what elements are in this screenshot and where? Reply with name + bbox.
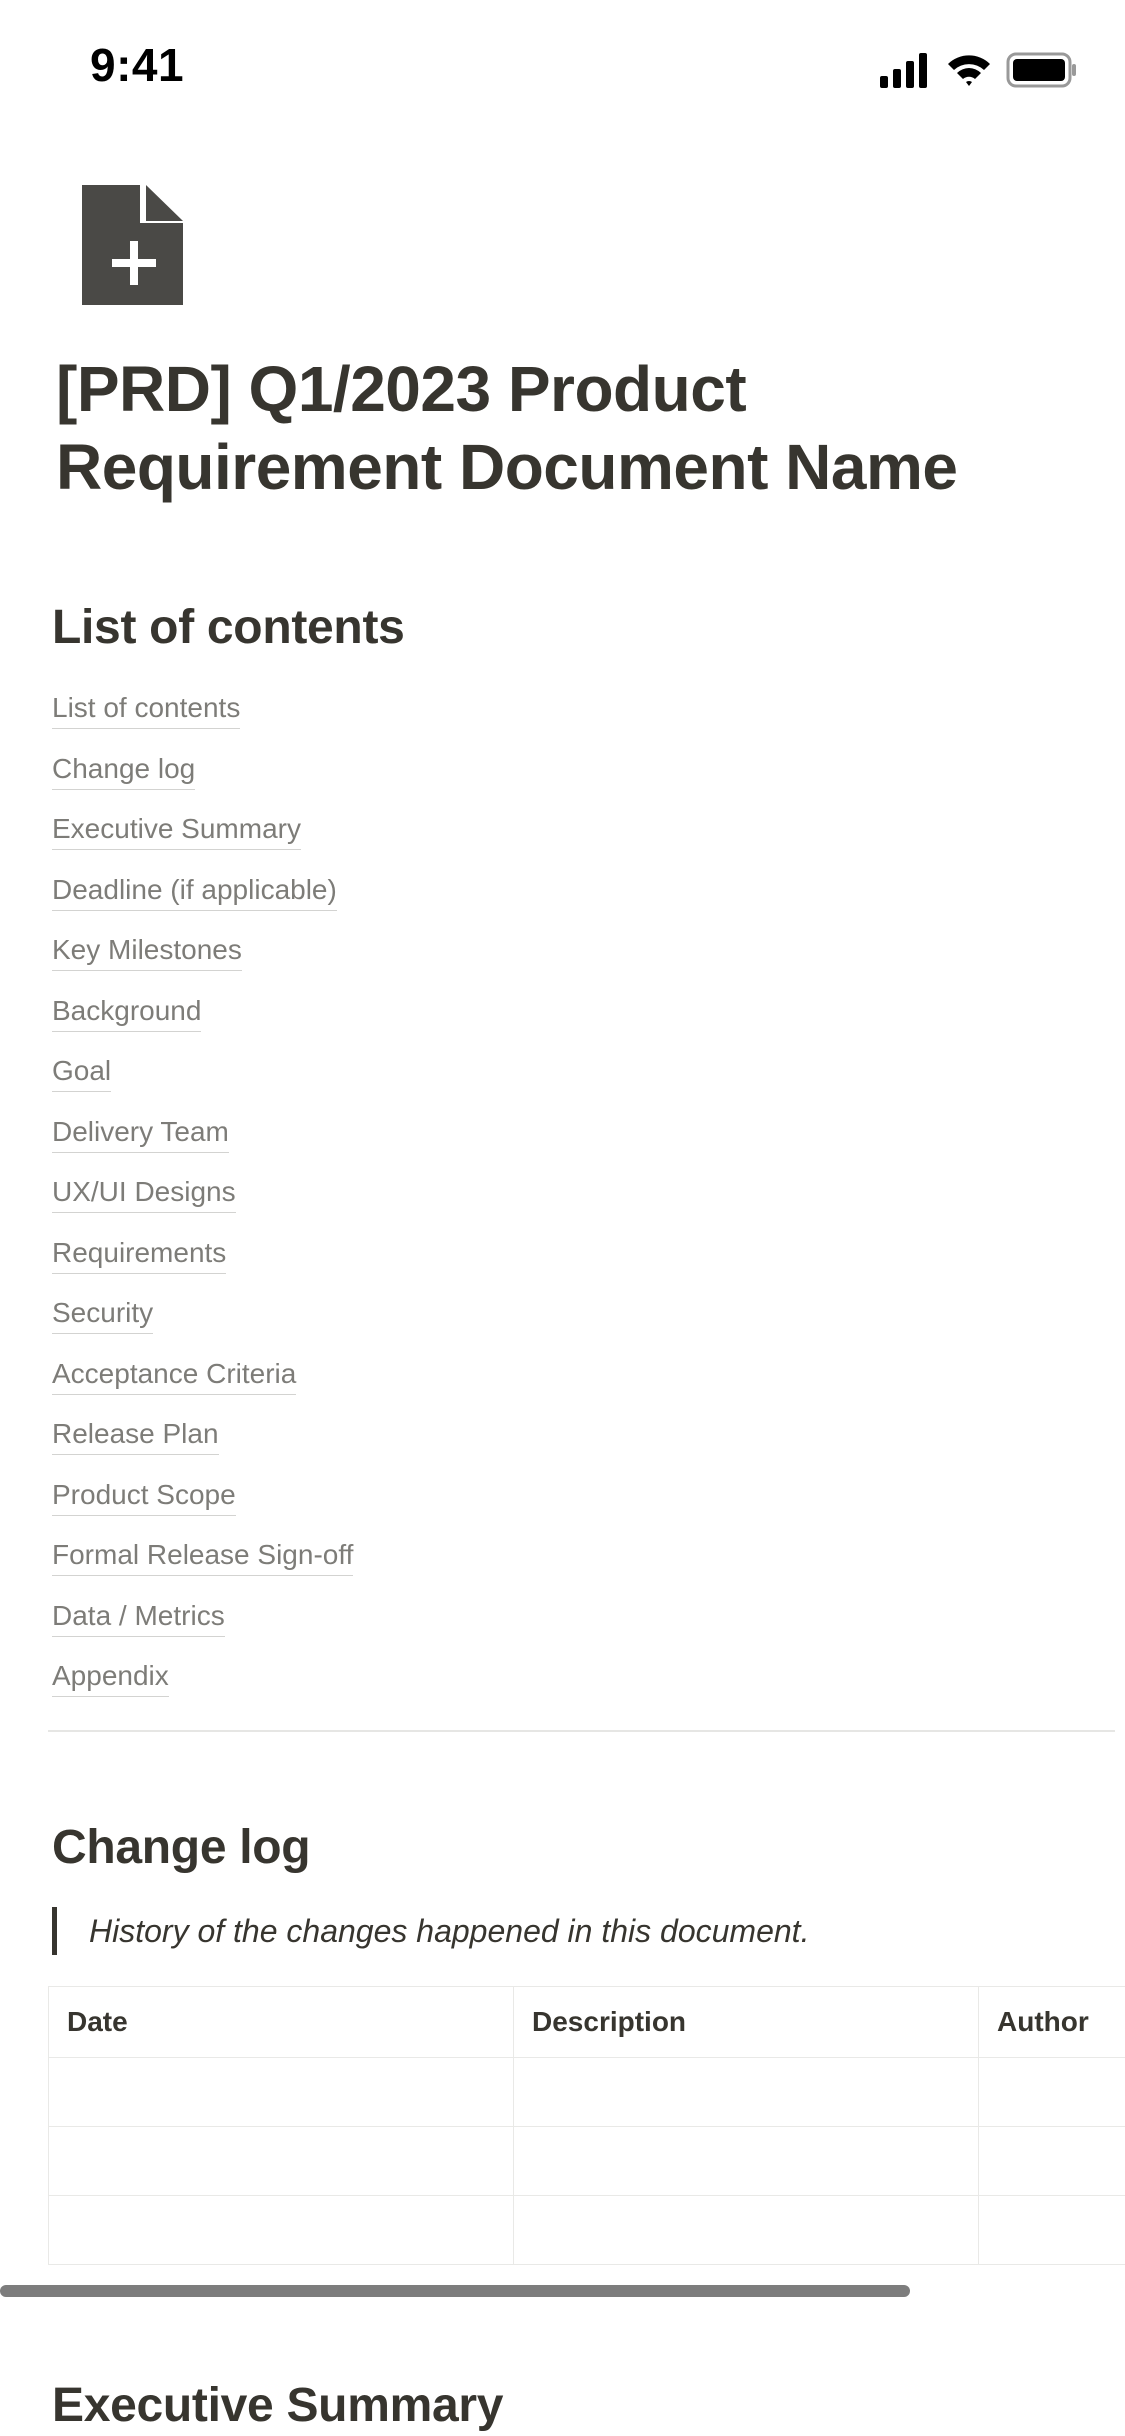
toc-link-background[interactable]: Background bbox=[52, 993, 202, 1032]
toc-link-requirements[interactable]: Requirements bbox=[52, 1235, 227, 1274]
document-plus-icon[interactable] bbox=[82, 185, 183, 305]
toc-link-key-milestones[interactable]: Key Milestones bbox=[52, 932, 242, 971]
table-row bbox=[48, 2126, 1125, 2196]
table-cell[interactable] bbox=[978, 2126, 1125, 2196]
column-header-date[interactable]: Date bbox=[48, 1986, 514, 2058]
toc-link-delivery-team[interactable]: Delivery Team bbox=[52, 1114, 229, 1153]
table-of-contents: List of contents Change log Executive Su… bbox=[52, 690, 354, 1719]
table-cell[interactable] bbox=[513, 2195, 979, 2265]
wifi-icon bbox=[948, 55, 990, 86]
toc-link-ux-ui-designs[interactable]: UX/UI Designs bbox=[52, 1174, 236, 1213]
column-header-description[interactable]: Description bbox=[513, 1986, 979, 2058]
table-cell[interactable] bbox=[513, 2057, 979, 2127]
page-title[interactable]: [PRD] Q1/2023 Product Requirement Docume… bbox=[56, 350, 1076, 506]
table-cell[interactable] bbox=[978, 2057, 1125, 2127]
toc-link-acceptance-criteria[interactable]: Acceptance Criteria bbox=[52, 1356, 297, 1395]
status-time: 9:41 bbox=[90, 39, 185, 91]
cellular-signal-icon bbox=[880, 53, 927, 88]
toc-link-security[interactable]: Security bbox=[52, 1295, 154, 1334]
toc-link-release-plan[interactable]: Release Plan bbox=[52, 1416, 219, 1455]
toc-heading: List of contents bbox=[52, 601, 405, 654]
toc-link-appendix[interactable]: Appendix bbox=[52, 1658, 169, 1697]
executive-summary-heading: Executive Summary bbox=[52, 2379, 504, 2432]
table-header-row: Date Description Author bbox=[48, 1986, 1125, 2058]
toc-link-goal[interactable]: Goal bbox=[52, 1053, 112, 1092]
toc-link-data-metrics[interactable]: Data / Metrics bbox=[52, 1598, 225, 1637]
divider bbox=[48, 1730, 1115, 1732]
toc-link-executive-summary[interactable]: Executive Summary bbox=[52, 811, 301, 850]
change-log-quote: History of the changes happened in this … bbox=[52, 1907, 809, 1955]
table-cell[interactable] bbox=[48, 2195, 514, 2265]
toc-link-change-log[interactable]: Change log bbox=[52, 751, 196, 790]
column-header-author[interactable]: Author bbox=[978, 1986, 1125, 2058]
change-log-heading: Change log bbox=[52, 1821, 311, 1874]
table-row bbox=[48, 2057, 1125, 2127]
table-cell[interactable] bbox=[48, 2057, 514, 2127]
change-log-table: Date Description Author bbox=[48, 1986, 1125, 2268]
battery-icon bbox=[1006, 52, 1076, 88]
toc-link-list-of-contents[interactable]: List of contents bbox=[52, 690, 241, 729]
status-icons bbox=[878, 50, 1078, 90]
table-cell[interactable] bbox=[513, 2126, 979, 2196]
toc-link-deadline[interactable]: Deadline (if applicable) bbox=[52, 872, 337, 911]
table-row bbox=[48, 2195, 1125, 2265]
table-cell[interactable] bbox=[978, 2195, 1125, 2265]
toc-link-product-scope[interactable]: Product Scope bbox=[52, 1477, 236, 1516]
horizontal-scrollbar[interactable] bbox=[0, 2285, 910, 2297]
table-cell[interactable] bbox=[48, 2126, 514, 2196]
toc-link-formal-release-sign-off[interactable]: Formal Release Sign-off bbox=[52, 1537, 354, 1576]
